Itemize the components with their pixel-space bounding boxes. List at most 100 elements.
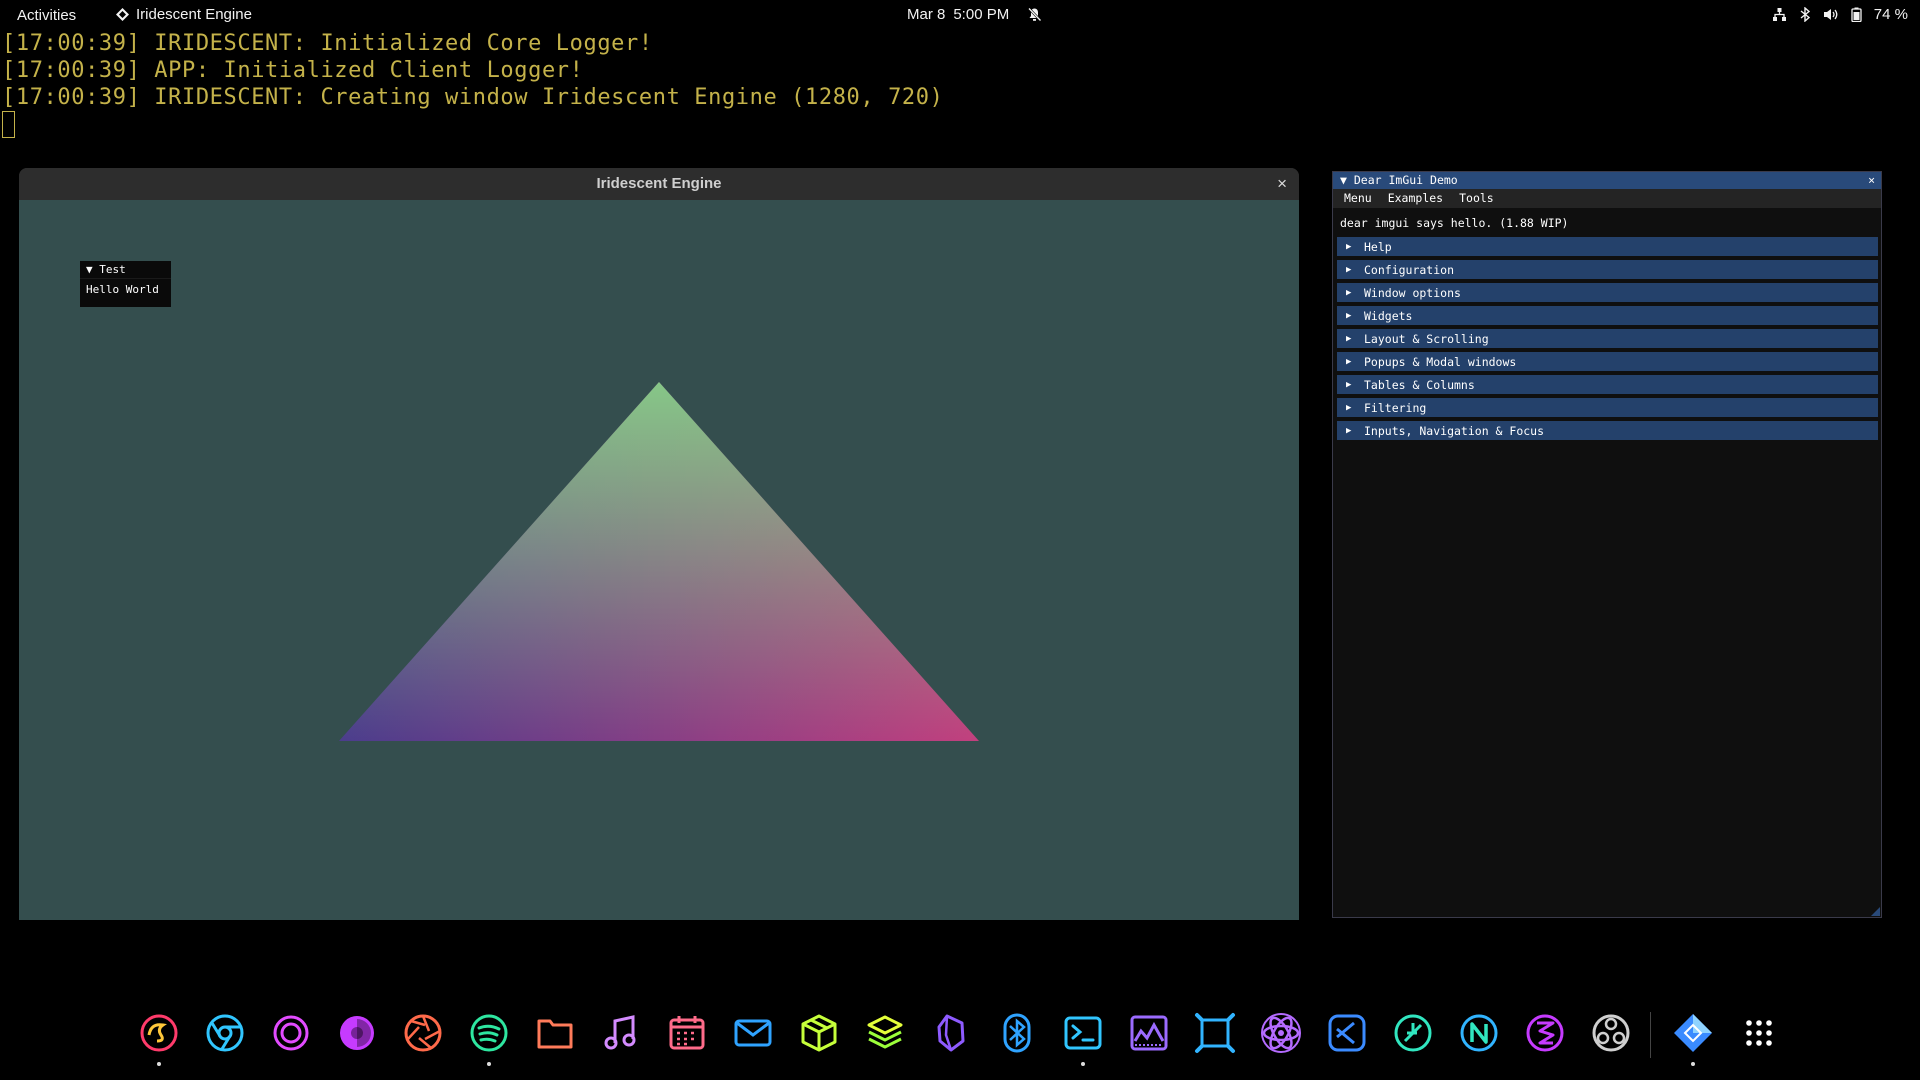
firefox-icon	[140, 1014, 178, 1052]
slash-circle-launcher[interactable]	[1385, 1005, 1441, 1065]
expand-arrow-icon: ▶	[1346, 310, 1352, 321]
tor-browser-launcher[interactable]	[329, 1005, 385, 1065]
header-label: Layout & Scrolling	[1364, 331, 1489, 346]
collapsing-header-configuration[interactable]: ▶ Configuration	[1337, 260, 1878, 279]
collapsing-header-layout-scrolling[interactable]: ▶ Layout & Scrolling	[1337, 329, 1878, 348]
imgui-demo-titlebar[interactable]: ▼ Dear ImGui Demo ×	[1333, 172, 1881, 189]
camera-aperture-icon	[404, 1014, 442, 1052]
top-bar: Activities Iridescent Engine Mar 8 5:00 …	[0, 0, 1920, 31]
spotify-launcher[interactable]	[461, 1005, 517, 1066]
expand-arrow-icon: ▶	[1346, 425, 1352, 436]
engine-window[interactable]: Iridescent Engine × ▼ Test Hello World	[19, 168, 1299, 920]
imgui-menubar: Menu Examples Tools	[1333, 189, 1881, 208]
collapsing-header-widgets[interactable]: ▶ Widgets	[1337, 306, 1878, 325]
react-atom-launcher[interactable]	[1253, 1005, 1309, 1065]
music-launcher[interactable]	[593, 1005, 649, 1065]
obsidian-launcher[interactable]	[923, 1005, 979, 1065]
blender-frame-icon	[1195, 1013, 1235, 1053]
iridescent-engine-icon	[1674, 1014, 1712, 1052]
music-icon	[604, 1015, 636, 1050]
browser-ring-launcher[interactable]	[263, 1005, 319, 1065]
package-box-launcher[interactable]	[791, 1005, 847, 1065]
calendar-launcher[interactable]	[659, 1005, 715, 1065]
bluetooth-launcher[interactable]	[989, 1005, 1045, 1065]
terminal-line: [17:00:39] IRIDESCENT: Initialized Core …	[2, 31, 653, 56]
react-atom-icon	[1261, 1013, 1301, 1053]
terminal-icon	[1064, 1016, 1102, 1050]
firefox-launcher[interactable]	[131, 1005, 187, 1066]
clock-button[interactable]: Mar 8 5:00 PM	[907, 6, 1042, 23]
header-label: Window options	[1364, 285, 1461, 300]
terminal-cursor	[2, 111, 15, 138]
system-tray[interactable]: 74 %	[1772, 6, 1908, 23]
dock-separator	[1650, 1012, 1651, 1058]
imgui-collapsing-headers: ▶ Help ▶ Configuration ▶ Window options ▶ Wi…	[1333, 234, 1881, 440]
engine-window-titlebar[interactable]: Iridescent Engine ×	[19, 168, 1299, 200]
expand-arrow-icon: ▶	[1346, 333, 1352, 344]
activities-button[interactable]: Activities	[17, 7, 76, 24]
system-monitor-icon	[1130, 1015, 1168, 1051]
imgui-demo-title: Dear ImGui Demo	[1353, 173, 1458, 187]
collapsing-header-help[interactable]: ▶ Help	[1337, 237, 1878, 256]
obs-icon	[1592, 1014, 1630, 1052]
iridescent-engine-launcher[interactable]	[1665, 1005, 1721, 1066]
close-button[interactable]: ×	[1277, 168, 1287, 200]
running-indicator	[157, 1062, 161, 1066]
engine-window-title: Iridescent Engine	[596, 175, 722, 192]
header-label: Widgets	[1364, 308, 1413, 323]
files-icon	[537, 1019, 573, 1049]
volume-icon	[1823, 7, 1839, 22]
expand-arrow-icon: ▶	[1346, 287, 1352, 298]
vscode-launcher[interactable]	[1319, 1005, 1375, 1065]
date-label: Mar 8	[907, 6, 946, 23]
bluetooth-icon	[1003, 1013, 1031, 1053]
collapsing-header-filtering[interactable]: ▶ Filtering	[1337, 398, 1878, 417]
terminal-launcher[interactable]	[1055, 1005, 1111, 1066]
close-button[interactable]: ×	[1868, 172, 1875, 189]
app-menu-label: Iridescent Engine	[136, 6, 252, 23]
emacs-launcher[interactable]	[1517, 1005, 1573, 1065]
collapsing-header-popups[interactable]: ▶ Popups & Modal windows	[1337, 352, 1878, 371]
menu-item-menu[interactable]: Menu	[1344, 189, 1372, 208]
app-grid-launcher[interactable]	[1731, 1005, 1787, 1065]
package-box-icon	[801, 1014, 837, 1052]
resize-grip[interactable]	[1871, 907, 1880, 916]
layers-launcher[interactable]	[857, 1005, 913, 1065]
blender-frame-launcher[interactable]	[1187, 1005, 1243, 1065]
n-logo-launcher[interactable]	[1451, 1005, 1507, 1065]
collapsing-header-window-options[interactable]: ▶ Window options	[1337, 283, 1878, 302]
camera-aperture-launcher[interactable]	[395, 1005, 451, 1065]
test-imgui-window[interactable]: ▼ Test Hello World	[80, 261, 171, 307]
vscode-icon	[1328, 1014, 1366, 1052]
app-menu[interactable]: Iridescent Engine	[115, 6, 252, 23]
app-grid-icon	[1746, 1020, 1772, 1046]
test-window-title: Test	[99, 263, 126, 276]
terminal-output[interactable]: [17:00:39] IRIDESCENT: Initialized Core …	[0, 30, 1920, 138]
mail-launcher[interactable]	[725, 1005, 781, 1065]
collapsing-header-inputs[interactable]: ▶ Inputs, Navigation & Focus	[1337, 421, 1878, 440]
calendar-icon	[669, 1016, 705, 1050]
chrome-launcher[interactable]	[197, 1005, 253, 1065]
collapsing-header-tables[interactable]: ▶ Tables & Columns	[1337, 375, 1878, 394]
notifications-off-icon	[1027, 7, 1042, 22]
render-viewport[interactable]: ▼ Test Hello World	[19, 200, 1299, 920]
battery-percentage: 74 %	[1873, 6, 1908, 23]
collapse-triangle-icon[interactable]: ▼	[86, 263, 93, 276]
menu-item-tools[interactable]: Tools	[1459, 189, 1494, 208]
header-label: Filtering	[1364, 400, 1427, 415]
network-icon	[1772, 7, 1787, 22]
collapse-triangle-icon[interactable]: ▼	[1340, 173, 1347, 187]
files-launcher[interactable]	[527, 1005, 583, 1065]
header-label: Configuration	[1364, 262, 1455, 277]
menu-item-examples[interactable]: Examples	[1388, 189, 1443, 208]
gradient-triangle	[339, 382, 979, 741]
running-indicator	[1691, 1062, 1695, 1066]
obs-launcher[interactable]	[1583, 1005, 1639, 1065]
system-monitor-launcher[interactable]	[1121, 1005, 1177, 1065]
expand-arrow-icon: ▶	[1346, 241, 1352, 252]
imgui-demo-window[interactable]: ▼ Dear ImGui Demo × Menu Examples Tools …	[1332, 171, 1882, 918]
time-label: 5:00 PM	[953, 6, 1010, 23]
slash-circle-icon	[1394, 1014, 1432, 1052]
test-window-titlebar[interactable]: ▼ Test	[80, 261, 171, 279]
mail-icon	[734, 1019, 772, 1047]
